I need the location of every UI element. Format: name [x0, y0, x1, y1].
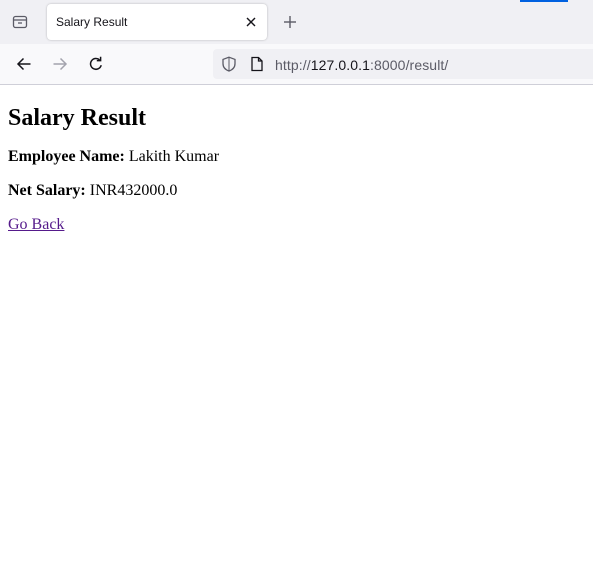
tab-close-button[interactable]	[241, 12, 261, 32]
tab-salary-result[interactable]: Salary Result	[47, 4, 267, 40]
back-button[interactable]	[10, 50, 38, 78]
address-bar[interactable]: http://127.0.0.1:8000/result/	[213, 49, 593, 79]
url-path: :8000/result/	[370, 57, 449, 73]
url-prefix: http://	[275, 57, 311, 73]
net-salary-row: Net Salary: INR432000.0	[8, 182, 585, 200]
tab-list-button[interactable]	[4, 6, 36, 38]
go-back-link[interactable]: Go Back	[8, 216, 64, 233]
url-text[interactable]: http://127.0.0.1:8000/result/	[275, 57, 448, 73]
plus-icon	[284, 16, 296, 28]
page-title: Salary Result	[8, 105, 146, 131]
url-host: 127.0.0.1	[310, 57, 371, 73]
net-salary-value: INR432000.0	[89, 182, 178, 199]
back-link-row: Go Back	[8, 216, 585, 234]
reload-icon	[89, 56, 102, 71]
forward-arrow-icon	[53, 57, 68, 71]
tab-title: Salary Result	[56, 15, 128, 29]
reload-button[interactable]	[82, 50, 110, 78]
tab-list-icon	[12, 15, 28, 29]
tab-strip: Salary Result	[0, 0, 593, 44]
navigation-toolbar: http://127.0.0.1:8000/result/	[0, 44, 593, 85]
shield-icon[interactable]	[221, 56, 237, 72]
net-salary-label: Net Salary:	[8, 182, 86, 199]
forward-button[interactable]	[46, 50, 74, 78]
new-tab-button[interactable]	[278, 10, 302, 34]
page-icon[interactable]	[249, 56, 265, 72]
back-arrow-icon	[16, 57, 31, 71]
close-icon	[246, 17, 256, 27]
employee-name-value: Lakith Kumar	[128, 148, 220, 165]
employee-name-row: Employee Name: Lakith Kumar	[8, 148, 585, 166]
employee-name-label: Employee Name:	[8, 148, 125, 165]
page-content: Salary Result Employee Name: Lakith Kuma…	[8, 85, 585, 234]
window-accent-strip	[520, 0, 568, 2]
